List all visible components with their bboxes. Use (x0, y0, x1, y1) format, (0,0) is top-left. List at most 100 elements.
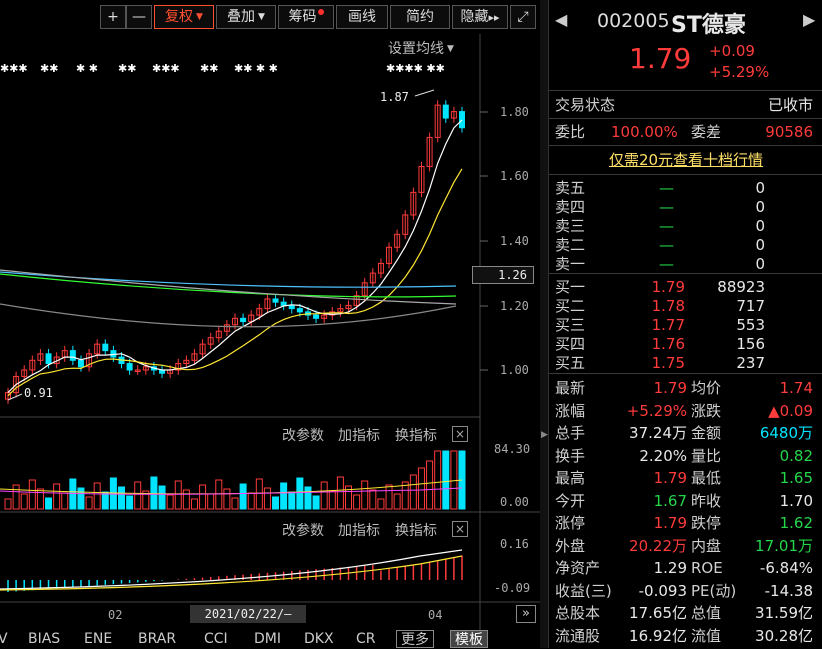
stat-value: 1.79 (653, 469, 687, 487)
stat-value: +5.29% (626, 401, 687, 420)
collapse-arrow-icon[interactable]: ▶ (541, 430, 548, 440)
tab-template[interactable]: 模板 (450, 630, 488, 648)
next-stock-arrow-icon[interactable]: ▶ (803, 10, 815, 29)
close-icon[interactable]: × (452, 521, 468, 537)
stat-value: ▲0.09 (768, 401, 813, 420)
tab-v[interactable]: V (0, 630, 8, 648)
bid-row: 买一 1.79 88923 (549, 277, 822, 297)
fullscreen-icon[interactable]: ⤢ (510, 5, 536, 29)
volume-bar (45, 497, 53, 510)
stat-label: PE(动) (691, 581, 737, 600)
candle-body (296, 308, 303, 313)
stat-row: 净资产 1.29 ROE -6.84% (549, 558, 822, 578)
volume-bar (215, 479, 223, 510)
weicha-value: 90586 (765, 123, 813, 141)
stat-value: -0.093 (638, 581, 687, 600)
macd-switch-indicator-button[interactable]: 换指标 (395, 520, 437, 540)
panel-splitter[interactable]: ▶ (540, 0, 548, 648)
volume-bar (207, 493, 215, 510)
tab-more[interactable]: 更多 (396, 630, 434, 648)
tab-dmi[interactable]: DMI (254, 630, 281, 648)
stat-label: 总股本 (555, 604, 601, 622)
candle-body (126, 363, 133, 371)
stat-value: 1.29 (653, 559, 687, 577)
tab-cr[interactable]: CR (356, 630, 376, 648)
volume-bar (369, 489, 377, 510)
volume-bar (126, 495, 134, 510)
vol-edit-params-button[interactable]: 改参数 (282, 425, 324, 445)
stat-label: 净资产 (555, 559, 601, 577)
chip-label: 筹码 (288, 9, 317, 25)
draw-line-button[interactable]: 画线 (336, 5, 388, 29)
close-icon[interactable]: × (452, 426, 468, 442)
x-label: 02 (108, 608, 123, 622)
ask-level-label: 卖四 (555, 198, 586, 216)
stat-label: ROE (691, 559, 723, 577)
tab-brar[interactable]: BRAR (138, 630, 176, 648)
signal-mark: ✱✱✱✱ ✱✱ (386, 62, 445, 75)
zoom-out-button[interactable]: — (126, 5, 152, 29)
simple-mode-button[interactable]: 简约 (390, 5, 450, 29)
stock-code: 002005 (597, 10, 670, 32)
candle-body (280, 301, 287, 306)
stat-row: 涨停 1.79 跌停 1.62 (549, 513, 822, 533)
price-change: +0.09 (709, 42, 755, 60)
tab-ene[interactable]: ENE (84, 630, 112, 648)
ma-settings-button[interactable]: 设置均线 ▼ (388, 38, 454, 58)
stat-value: 1.65 (779, 469, 813, 487)
prev-stock-arrow-icon[interactable]: ◀ (555, 10, 567, 29)
candle-body (442, 104, 449, 119)
level2-promo-link[interactable]: 仅需20元查看十档行情 (549, 150, 822, 170)
volume-bar (4, 498, 12, 510)
stat-row: 最高 1.79 最低 1.65 (549, 468, 822, 488)
candle-body (313, 314, 320, 319)
vol-switch-indicator-button[interactable]: 换指标 (395, 425, 437, 445)
hide-label: 隐藏 (460, 9, 489, 25)
stat-value: -6.84% (759, 559, 813, 577)
kline-chart-area[interactable]: 设置均线 ▼ ✱✱✱ ✱✱ ✱ ✱ ✱✱ ✱✱✱ ✱✱ ✱✱ ✱ ✱ ✱✱✱✱ ✱… (0, 34, 540, 648)
volume-bar (328, 490, 336, 510)
ask-level-label: 卖三 (555, 217, 586, 235)
kline-chart-svg[interactable] (0, 34, 540, 648)
stat-value: 37.24万 (629, 424, 687, 442)
candle-body (102, 343, 109, 352)
volume-bar (450, 450, 458, 510)
chip-distribution-button[interactable]: 筹码 (278, 5, 334, 29)
macd-edit-params-button[interactable]: 改参数 (282, 520, 324, 540)
stat-value: 20.22万 (629, 536, 687, 555)
volume-bar (61, 492, 69, 510)
ma-settings-label: 设置均线 (388, 41, 444, 57)
stat-value: 1.67 (653, 491, 687, 510)
ask-row: 卖五 — 0 (549, 178, 822, 198)
stat-row: 总股本 17.65亿 总值 31.59亿 (549, 603, 822, 623)
tab-cci[interactable]: CCI (204, 630, 228, 648)
stat-value: 17.01万 (755, 536, 813, 555)
ask-volume: 0 (755, 236, 765, 254)
stat-label: 金额 (691, 424, 722, 442)
ask-row: 卖一 — 0 (549, 254, 822, 274)
bid-row: 买四 1.76 156 (549, 334, 822, 354)
stock-name: ST德豪 (671, 13, 746, 38)
vol-add-indicator-button[interactable]: 加指标 (338, 425, 380, 445)
fuquan-dropdown[interactable]: 复权 ▼ (154, 5, 214, 29)
stat-label: 内盘 (691, 536, 722, 555)
tab-bias[interactable]: BIAS (28, 630, 60, 648)
bid-level-label: 买五 (555, 354, 586, 372)
macd-add-indicator-button[interactable]: 加指标 (338, 520, 380, 540)
ask-price: — (659, 236, 674, 254)
candle-body (288, 304, 295, 310)
volume-bar (255, 478, 263, 510)
low-annotation: 0.91 (24, 386, 53, 400)
bid-price: 1.76 (651, 335, 685, 353)
scroll-right-icon[interactable]: » (516, 605, 536, 623)
ask-volume: 0 (755, 179, 765, 197)
zoom-in-button[interactable]: + (100, 5, 126, 29)
stat-row: 涨幅 +5.29% 涨跌 ▲0.09 (549, 401, 822, 421)
volume-bar (69, 478, 77, 510)
tab-dkx[interactable]: DKX (304, 630, 334, 648)
hide-button[interactable]: 隐藏▸▸ (452, 5, 508, 29)
volume-bar (272, 496, 280, 510)
candle-body (240, 317, 247, 323)
overlay-dropdown[interactable]: 叠加 ▼ (216, 5, 276, 29)
price-change-pct: +5.29% (709, 63, 770, 81)
